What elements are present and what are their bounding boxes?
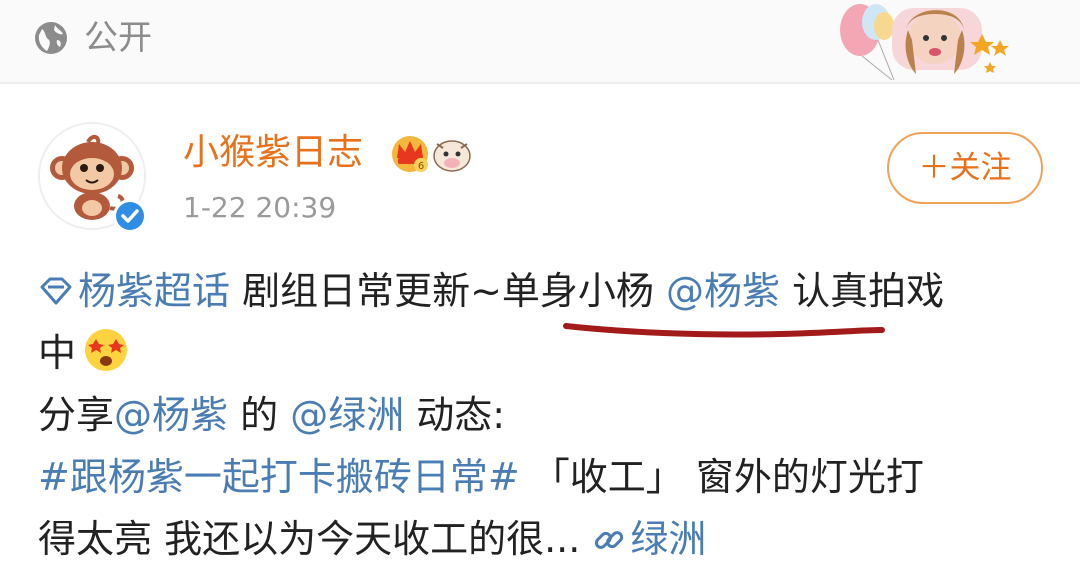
svg-text:6: 6 (418, 161, 424, 172)
post-line-2: 中 (38, 322, 1048, 384)
sticker-decoration (840, 4, 1009, 80)
post-text: 分享 (38, 393, 115, 437)
verified-badge-icon (113, 199, 147, 233)
supertopic-link[interactable]: 杨紫超话 (38, 269, 230, 313)
post-line-5: 得太亮 我还以为今天收工的很... 绿洲 (38, 508, 1048, 570)
post-text: 中 (38, 331, 77, 375)
hashtag-link[interactable]: #跟杨紫一起打卡搬砖日常# (38, 455, 520, 499)
author-name[interactable]: 小猴紫日志 (183, 130, 363, 176)
post-text: 动态: (404, 393, 506, 437)
globe-icon (35, 22, 67, 54)
post-body: 杨紫超话 剧组日常更新~单身小杨 @杨紫 认真拍戏 中 分享@杨紫 的 @绿洲 … (38, 260, 1048, 570)
crown-badge-icon: 6 (392, 136, 428, 172)
post-text: 得太亮 我还以为今天收工的很... (38, 517, 593, 561)
visibility-bar: 公开 (0, 0, 1080, 84)
mention-link[interactable]: @杨紫 (666, 269, 780, 313)
post-timestamp: 1-22 20:39 (183, 191, 337, 224)
external-link[interactable]: 绿洲 (592, 517, 706, 561)
link-icon (595, 531, 624, 549)
visibility-label: 公开 (84, 18, 152, 58)
excited-face-emoji-icon (85, 329, 128, 371)
supertopic-label: 杨紫超话 (78, 269, 231, 313)
post-text: 认真拍戏 (780, 269, 945, 313)
red-underline-annotation (563, 323, 885, 338)
mention-link[interactable]: @杨紫 (114, 393, 228, 437)
post-line-3: 分享@杨紫 的 @绿洲 动态: (38, 384, 1048, 446)
mention-link[interactable]: @绿洲 (290, 393, 404, 437)
follow-button[interactable]: ＋关注 (887, 132, 1043, 204)
post-text: 「收工」 窗外的灯光打 (519, 455, 924, 499)
post-text: 的 (228, 393, 291, 437)
post-text: 剧组日常更新~单身小杨 (230, 269, 667, 313)
external-link-label: 绿洲 (630, 517, 707, 561)
diamond-icon (40, 277, 72, 305)
post-line-1: 杨紫超话 剧组日常更新~单身小杨 @杨紫 认真拍戏 (38, 260, 1048, 322)
post-line-4: #跟杨紫一起打卡搬砖日常# 「收工」 窗外的灯光打 (38, 446, 1048, 508)
cow-badge-icon (433, 140, 471, 172)
